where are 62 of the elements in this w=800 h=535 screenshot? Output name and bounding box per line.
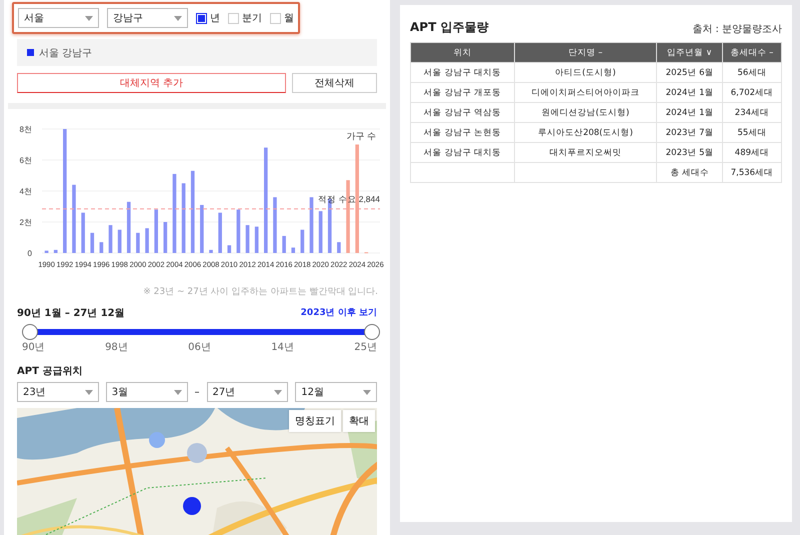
table-cell: 아티드(도시형)	[514, 62, 657, 82]
table-cell: 서울 강남구 대치동	[410, 142, 514, 162]
period-select[interactable]: 3월	[106, 382, 188, 402]
period-checkbox[interactable]: 월	[270, 11, 294, 25]
table-cell: 2024년 1월	[656, 102, 722, 122]
column-header[interactable]: 단지명 –	[514, 42, 657, 62]
column-header[interactable]: 총세대수 –	[722, 42, 782, 62]
total-label: 총 세대수	[656, 162, 722, 182]
recent-link[interactable]: 2023년 이후 보기	[300, 306, 377, 320]
district-select[interactable]: 강남구	[107, 8, 188, 28]
table-cell: 234세대	[722, 102, 782, 122]
section-title: APT 공급위치	[17, 365, 82, 378]
axis-label: 4천	[20, 187, 32, 196]
slider-tick: 06년	[188, 341, 211, 354]
range-slider[interactable]	[22, 324, 380, 340]
table-cell: 2025년 6월	[656, 62, 722, 82]
panel-title: APT 입주물량	[410, 19, 488, 36]
table-cell: 서울 강남구 역삼동	[410, 102, 514, 122]
table-cell: 55세대	[722, 122, 782, 142]
column-header[interactable]: 입주년월 ∨	[656, 42, 722, 62]
period-select[interactable]: 12월	[295, 382, 377, 402]
map-button[interactable]: 명칭표기	[289, 410, 341, 432]
axis-label: 0	[28, 249, 32, 258]
axis-label: 2천	[20, 218, 32, 227]
area-label: 서울 강남구	[39, 46, 92, 60]
period-select[interactable]: 27년	[206, 382, 288, 402]
table-cell: 2023년 7월	[656, 122, 722, 142]
table-cell: 루시아도산208(도시형)	[514, 122, 657, 142]
slider-thumb[interactable]	[22, 324, 38, 340]
slider-tick: 98년	[105, 341, 128, 354]
table-cell: 디에이치퍼스티어아이파크	[514, 82, 657, 102]
table-cell: 서울 강남구 개포동	[410, 82, 514, 102]
slider-tick: 25년	[354, 341, 377, 354]
period-checkbox[interactable]: 분기	[228, 11, 262, 25]
axis-label: 6천	[20, 156, 32, 165]
table-cell: 대치푸르지오써밋	[514, 142, 657, 162]
period-checkbox[interactable]: 년	[196, 11, 220, 25]
table-cell: 2023년 5월	[656, 142, 722, 162]
table-cell: 6,702세대	[722, 82, 782, 102]
slider-tick: 90년	[22, 341, 45, 354]
table-cell: 489세대	[722, 142, 782, 162]
table-cell: 56세대	[722, 62, 782, 82]
table-cell: 2024년 1월	[656, 82, 722, 102]
column-header[interactable]: 위치	[410, 42, 514, 62]
chart-note: ※ 23년 ~ 27년 사이 입주하는 아파트는 빨간막대 입니다.	[142, 286, 379, 298]
table-cell: 서울 강남구 논현동	[410, 122, 514, 142]
range-label: 90년 1월 – 27년 12월	[17, 307, 125, 320]
table-cell: 원에디션강남(도시형)	[514, 102, 657, 122]
map-button[interactable]: 확대	[343, 410, 375, 432]
axis-title: 가구 수	[346, 131, 376, 141]
target-label: 적정 수요 2,844	[318, 194, 380, 204]
clear-all-button[interactable]: 전체삭제	[292, 73, 377, 93]
period-select[interactable]: 23년	[17, 382, 99, 402]
slider-thumb[interactable]	[364, 324, 380, 340]
range-separator: –	[194, 386, 200, 398]
total-value: 7,536세대	[722, 162, 782, 182]
axis-label: 8천	[20, 125, 32, 134]
source-label: 출처 : 분양물량조사	[692, 23, 782, 36]
region-select[interactable]: 서울	[18, 8, 99, 28]
add-area-button[interactable]: 대체지역 추가	[17, 73, 286, 93]
table-cell: 서울 강남구 대치동	[410, 62, 514, 82]
slider-tick: 14년	[271, 341, 294, 354]
